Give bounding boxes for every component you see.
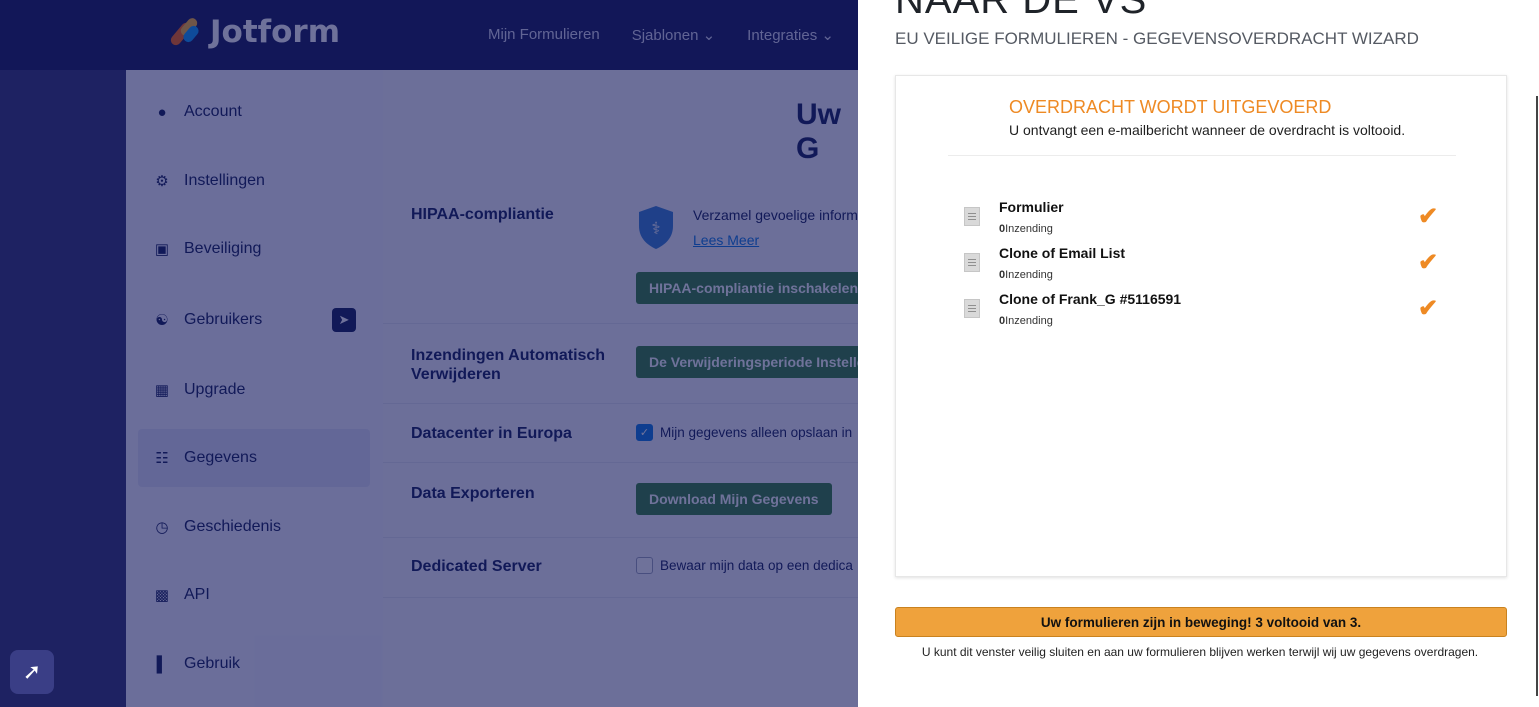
form-name: Clone of Email List — [999, 245, 1126, 261]
jotform-logo-icon — [168, 15, 202, 49]
sidebar-item-settings[interactable]: ⚙ Instellingen — [138, 152, 370, 210]
sidebar-item-api[interactable]: ▩ API — [138, 566, 370, 624]
dedicated-server-checkbox-label: Bewaar mijn data op een dedica — [660, 558, 853, 573]
top-nav-links: Mijn Formulieren Sjablonen ⌄ Integraties… — [488, 26, 834, 44]
divider — [383, 323, 863, 324]
submission-count: 0Inzending — [999, 223, 1053, 235]
autodelete-label: Inzendingen Automatisch Verwijderen — [411, 347, 606, 383]
dedicated-server-label: Dedicated Server — [411, 558, 542, 575]
users-icon: ☯ — [155, 312, 169, 329]
brand-name: Jotform — [210, 14, 341, 50]
submission-count: 0Inzending — [999, 315, 1053, 327]
sidebar-item-label: Instellingen — [184, 172, 265, 189]
document-icon — [964, 253, 980, 272]
dedicated-server-option[interactable]: Bewaar mijn data op een dedica — [636, 557, 853, 574]
sidebar-item-usage[interactable]: ▌ Gebruik — [138, 635, 370, 693]
wizard-subtitle: EU VEILIGE FORMULIEREN - GEGEVENSOVERDRA… — [895, 29, 1419, 48]
sidebar-item-label: Account — [184, 103, 242, 120]
transfer-status-title: OVERDRACHT WORDT UITGEVOERD — [1009, 97, 1332, 117]
rocket-icon: ➤ — [332, 308, 356, 332]
database-icon: ☷ — [155, 450, 169, 467]
eu-datacenter-checkbox[interactable]: ✓ — [636, 424, 653, 441]
dedicated-server-checkbox[interactable] — [636, 557, 653, 574]
transfer-form-item: Clone of Frank_G #5116591 0Inzending ✔ — [964, 291, 1474, 335]
history-icon: ◷ — [155, 519, 169, 536]
hipaa-description: Verzamel gevoelige inform — [693, 207, 858, 223]
sidebar-item-label: Gebruikers — [184, 311, 263, 328]
divider — [383, 403, 863, 404]
upgrade-icon: ▦ — [154, 382, 170, 399]
shield-icon: ⚕ — [636, 204, 676, 250]
hipaa-label: HIPAA-compliantie — [411, 206, 554, 223]
checkmark-icon: ✔ — [1418, 203, 1439, 230]
divider — [383, 597, 863, 598]
form-name: Clone of Frank_G #5116591 — [999, 291, 1182, 307]
checkmark-icon: ✔ — [1418, 249, 1439, 276]
transfer-form-item: Clone of Email List 0Inzending ✔ — [964, 245, 1474, 289]
panel-scrollbar[interactable] — [1536, 96, 1538, 696]
submission-count: 0Inzending — [999, 269, 1053, 281]
eu-datacenter-option[interactable]: ✓ Mijn gegevens alleen opslaan in — [636, 424, 852, 441]
sidebar-item-users[interactable]: ☯ Gebruikers ➤ — [138, 291, 370, 349]
bar-chart-icon: ▌ — [156, 655, 168, 673]
hipaa-read-more-link[interactable]: Lees Meer — [693, 232, 759, 248]
enable-hipaa-button[interactable]: HIPAA-compliantie inschakelen — [636, 272, 872, 304]
nav-my-forms[interactable]: Mijn Formulieren — [488, 26, 600, 44]
svg-text:⚕: ⚕ — [651, 219, 660, 239]
page-title: Uw G — [796, 98, 841, 165]
sidebar-item-security[interactable]: ▣ Beveiliging — [138, 220, 370, 278]
lock-icon: ▣ — [154, 241, 170, 258]
sidebar-item-data[interactable]: ☷ Gegevens — [138, 429, 370, 487]
document-icon — [964, 207, 980, 226]
sidebar-item-label: API — [184, 586, 210, 603]
sidebar-item-label: Upgrade — [184, 381, 246, 398]
divider — [383, 462, 863, 463]
jotform-assistant-icon: ➚ — [22, 659, 42, 684]
nav-templates[interactable]: Sjablonen ⌄ — [632, 26, 715, 44]
user-icon: ● — [157, 103, 167, 121]
api-icon: ▩ — [154, 587, 170, 604]
sidebar-item-upgrade[interactable]: ▦ Upgrade — [138, 361, 370, 419]
jotform-assistant-button[interactable]: ➚ — [10, 650, 54, 694]
nav-integrations[interactable]: Integraties ⌄ — [747, 26, 834, 44]
sidebar-item-label: Gebruik — [184, 655, 241, 672]
set-deletion-period-button[interactable]: De Verwijderingsperiode Instelle — [636, 346, 878, 378]
download-my-data-button[interactable]: Download Mijn Gegevens — [636, 483, 832, 515]
transfer-wizard-panel: NAAR DE VS EU VEILIGE FORMULIEREN - GEGE… — [858, 0, 1539, 707]
sidebar-item-label: Geschiedenis — [184, 518, 281, 535]
transfer-progress-bar: Uw formulieren zijn in beweging! 3 volto… — [895, 607, 1507, 637]
transfer-status-description: U ontvangt een e-mailbericht wanneer de … — [1009, 122, 1406, 138]
transfer-note: U kunt dit venster veilig sluiten en aan… — [921, 645, 1479, 659]
export-label: Data Exporteren — [411, 485, 535, 502]
divider — [383, 537, 863, 538]
eu-datacenter-checkbox-label: Mijn gegevens alleen opslaan in — [660, 425, 853, 440]
datacenter-label: Datacenter in Europa — [411, 425, 572, 442]
transfer-status-card: OVERDRACHT WORDT UITGEVOERD U ontvangt e… — [895, 75, 1507, 577]
checkmark-icon: ✔ — [1418, 295, 1439, 322]
sidebar-item-history[interactable]: ◷ Geschiedenis — [138, 498, 370, 556]
gear-icon: ⚙ — [155, 173, 169, 190]
settings-sidebar: ● Account ⚙ Instellingen ▣ Beveiliging ☯… — [126, 70, 383, 707]
wizard-title: NAAR DE VS — [895, 0, 1148, 22]
data-settings-content: Uw G HIPAA-compliantie ⚕ Verzamel gevoel… — [383, 70, 878, 707]
sidebar-item-label: Gegevens — [184, 449, 257, 466]
divider — [948, 155, 1456, 156]
document-icon — [964, 299, 980, 318]
form-name: Formulier — [999, 199, 1064, 215]
jotform-logo[interactable]: Jotform — [168, 14, 341, 50]
sidebar-item-label: Beveiliging — [184, 240, 262, 257]
transfer-form-item: Formulier 0Inzending ✔ — [964, 199, 1474, 243]
sidebar-item-account[interactable]: ● Account — [138, 83, 370, 141]
